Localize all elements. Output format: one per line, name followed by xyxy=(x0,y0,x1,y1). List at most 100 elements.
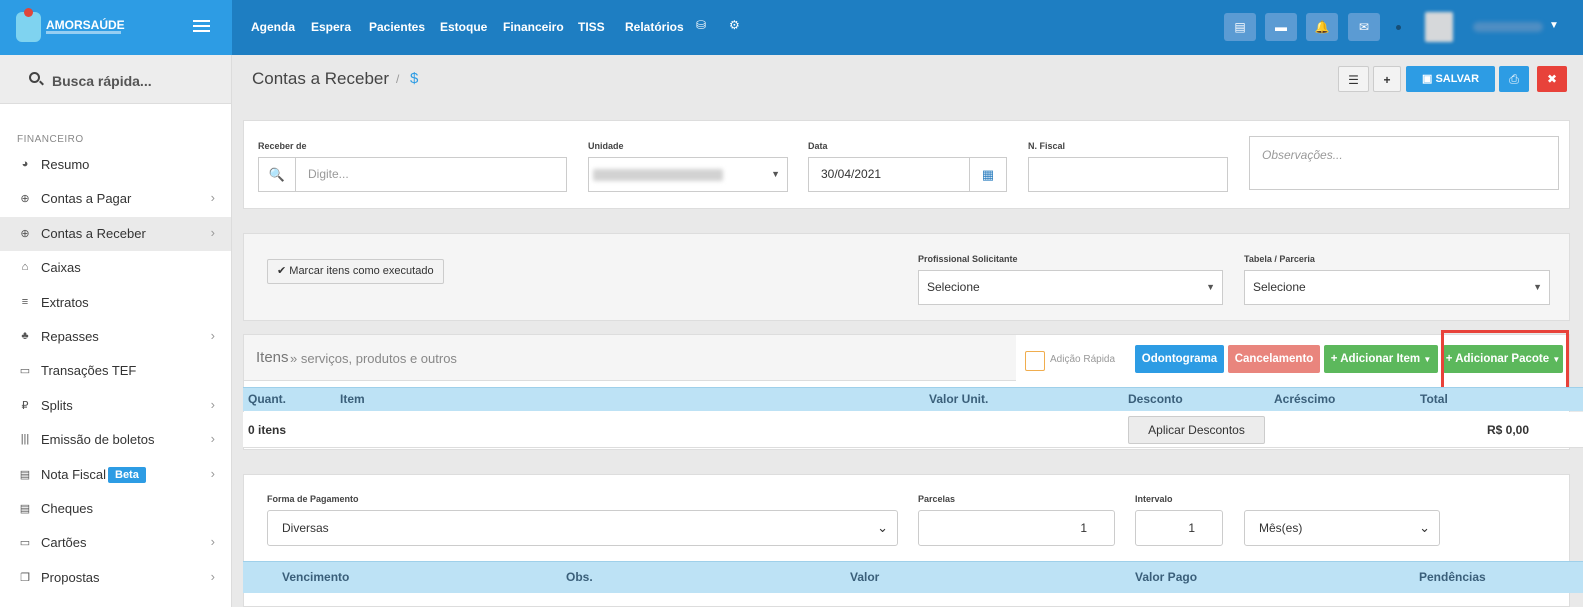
sidebar: Busca rápida... FINANCEIRO ◕ Resumo ⊕ Conta… xyxy=(0,55,232,607)
sidebar-item-label: Cartões xyxy=(41,535,87,551)
installments-table-header: Vencimento Obs. Valor Valor Pago Pendênc… xyxy=(243,561,1583,593)
top-navbar: AMORSAÚDE Agenda Espera Pacientes Estoqu… xyxy=(0,0,1583,55)
intervalo-unit-select[interactable]: Mês(es) ⌄ xyxy=(1244,510,1440,546)
col-valor: Valor xyxy=(850,570,880,584)
col-acrescimo: Acréscimo xyxy=(1274,392,1336,406)
forma-pagamento-select[interactable]: Diversas ⌄ xyxy=(267,510,898,546)
odontograma-button[interactable]: Odontograma xyxy=(1135,345,1224,373)
nav-agenda[interactable]: Agenda xyxy=(251,20,295,34)
receber-de-input[interactable]: Digite... xyxy=(295,157,567,192)
chevron-down-icon[interactable]: ▼ xyxy=(1549,20,1559,31)
repasses-icon: ♣ xyxy=(21,330,29,342)
extratos-icon: ≡ xyxy=(21,295,29,308)
chevron-right-icon: › xyxy=(210,328,215,343)
sidebar-item-splits[interactable]: ₽ Splits › xyxy=(0,389,231,423)
contas-a-pagar-icon: ⊕ xyxy=(20,193,30,206)
trash-icon: ✖ xyxy=(1546,72,1558,86)
quick-search-placeholder[interactable]: Busca rápida... xyxy=(52,73,152,89)
date-input[interactable]: 30/04/2021 xyxy=(808,157,970,192)
sidebar-item-transacoes-tef[interactable]: ▭ Transações TEF xyxy=(0,354,231,388)
card-icon[interactable]: ▬ xyxy=(1265,13,1297,41)
parcelas-label: Parcelas xyxy=(918,494,956,504)
col-vencimento: Vencimento xyxy=(282,570,350,584)
sidebar-item-cartoes[interactable]: ▭ Cartões › xyxy=(0,526,231,560)
sidebar-item-repasses[interactable]: ♣ Repasses › xyxy=(0,320,231,354)
sidebar-item-contas-a-pagar[interactable]: ⊕ Contas a Pagar › xyxy=(0,182,231,216)
add-button[interactable]: + xyxy=(1373,66,1401,92)
logo-icon xyxy=(16,8,41,42)
mark-executed-label: Marcar itens como executado xyxy=(289,265,434,277)
avatar[interactable] xyxy=(1425,12,1453,42)
database-icon[interactable]: ⛁ xyxy=(696,18,706,32)
sidebar-item-label: Nota Fiscal xyxy=(41,466,107,482)
calendar-icon[interactable]: ▦ xyxy=(969,157,1007,192)
chat-icon[interactable]: ✉ xyxy=(1348,13,1380,41)
caret-down-icon: ▼ xyxy=(1206,282,1215,292)
sidebar-item-resumo[interactable]: ◕ Resumo xyxy=(0,148,231,182)
status-dot xyxy=(1396,25,1401,30)
transacoes-tef-icon: ▭ xyxy=(19,365,31,378)
cheques-icon: ▤ xyxy=(19,503,31,515)
sidebar-item-label: Contas a Receber xyxy=(41,225,146,241)
breadcrumb-separator: / xyxy=(396,72,400,86)
add-item-button[interactable]: + Adicionar Item ▼ xyxy=(1324,345,1438,373)
sidebar-section-title: FINANCEIRO xyxy=(17,134,84,145)
chevron-right-icon: › xyxy=(210,224,215,240)
quick-add-label: Adição Rápida xyxy=(1050,354,1116,365)
intervalo-input[interactable]: 1 xyxy=(1135,510,1223,546)
splits-icon: ₽ xyxy=(21,399,29,412)
quick-add-checkbox[interactable] xyxy=(1025,351,1045,371)
plus-icon: + xyxy=(1330,353,1338,365)
items-count: 0 itens xyxy=(248,423,287,437)
sidebar-item-emissao-de-boletos[interactable]: ||| Emissão de boletos › xyxy=(0,423,231,457)
caixas-icon: ⌂ xyxy=(21,261,29,274)
nav-pacientes[interactable]: Pacientes xyxy=(369,20,425,34)
resumo-icon: ◕ xyxy=(21,158,29,170)
delete-button[interactable]: ✖ xyxy=(1537,66,1567,92)
mark-executed-button[interactable]: ✔ Marcar itens como executado xyxy=(267,259,444,284)
propostas-icon: ❐ xyxy=(20,571,30,584)
observacoes-textarea[interactable]: Observações... xyxy=(1249,136,1559,190)
nfiscal-input[interactable] xyxy=(1028,157,1228,192)
col-desconto: Desconto xyxy=(1128,392,1183,406)
nav-tiss[interactable]: TISS xyxy=(578,20,605,34)
print-button[interactable]: ⎙ xyxy=(1499,66,1529,92)
nav-financeiro[interactable]: Financeiro xyxy=(503,20,564,34)
col-obs: Obs. xyxy=(566,570,593,584)
apply-discounts-button[interactable]: Aplicar Descontos xyxy=(1128,416,1265,444)
parcelas-input[interactable]: 1 xyxy=(918,510,1115,546)
gear-icon[interactable]: ⚙ xyxy=(729,18,740,32)
highlight-box xyxy=(1441,330,1569,395)
search-icon[interactable]: 🔍 xyxy=(258,157,296,192)
bell-icon[interactable]: 🔔 xyxy=(1306,13,1338,41)
tabela-select[interactable]: Selecione ▼ xyxy=(1244,270,1550,305)
nav-espera[interactable]: Espera xyxy=(311,20,351,34)
chevron-down-icon: ⌄ xyxy=(877,520,888,535)
user-name[interactable] xyxy=(1473,22,1543,32)
brand-tagline xyxy=(46,31,121,34)
profissional-select[interactable]: Selecione ▼ xyxy=(918,270,1223,305)
brand-name[interactable]: AMORSAÚDE xyxy=(46,18,125,32)
unidade-select[interactable]: ▼ xyxy=(588,157,788,192)
sidebar-item-nota-fiscal[interactable]: ▤ Nota Fiscal Beta › xyxy=(0,458,231,492)
save-button[interactable]: ▣ SALVAR xyxy=(1406,66,1495,92)
col-total: Total xyxy=(1420,392,1448,406)
list-icon: ☰ xyxy=(1348,73,1359,87)
list-button[interactable]: ☰ xyxy=(1338,66,1369,92)
inbox-icon[interactable]: ▤ xyxy=(1224,13,1256,41)
chevron-right-icon: › xyxy=(210,396,215,412)
cancelamento-button[interactable]: Cancelamento xyxy=(1228,345,1320,373)
sidebar-item-propostas[interactable]: ❐ Propostas › xyxy=(0,561,231,595)
nav-relatorios[interactable]: Relatórios xyxy=(625,20,684,34)
menu-toggle-icon[interactable] xyxy=(193,20,210,32)
quick-search[interactable]: Busca rápida... xyxy=(0,55,231,104)
nav-estoque[interactable]: Estoque xyxy=(440,20,487,34)
chevron-right-icon: › xyxy=(210,465,215,481)
sidebar-item-extratos[interactable]: ≡ Extratos xyxy=(0,286,231,320)
print-icon: ⎙ xyxy=(1509,72,1519,86)
chevron-right-icon: › xyxy=(210,190,215,206)
sidebar-item-caixas[interactable]: ⌂ Caixas xyxy=(0,251,231,285)
chevron-right-icon: › xyxy=(210,568,215,584)
sidebar-item-contas-a-receber[interactable]: ⊕ Contas a Receber › xyxy=(0,216,231,251)
sidebar-item-cheques[interactable]: ▤ Cheques xyxy=(0,492,231,526)
